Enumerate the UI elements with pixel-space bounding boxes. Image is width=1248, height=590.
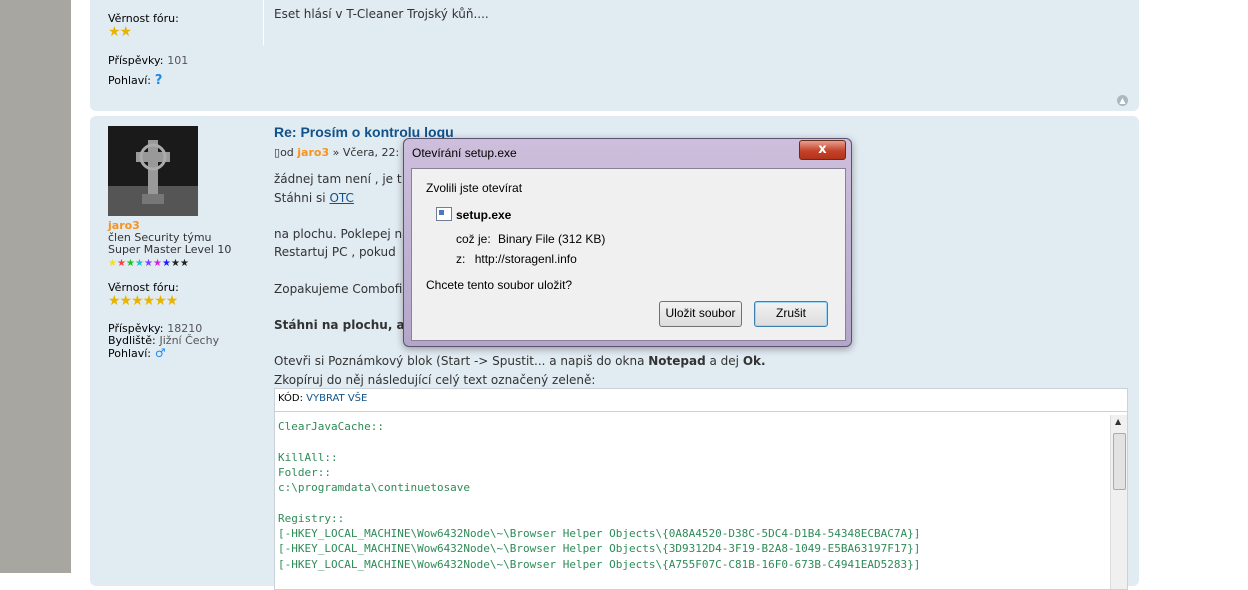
back-to-top-icon[interactable]: ▲ (1117, 95, 1128, 106)
previous-post: Věrnost fóru: ★★ Příspěvky: 101 Pohlaví:… (90, 0, 1139, 111)
rank-star-icon: ★ (117, 258, 126, 269)
dialog-question: Chcete tento soubor uložit? (426, 278, 573, 292)
close-button[interactable]: x (799, 140, 846, 160)
post-content: Eset hlásí v T-Cleaner Trojský kůň.... (274, 7, 489, 21)
code-divider (275, 411, 1127, 412)
content-line-2: Stáhni si OTC (274, 191, 354, 205)
code-line: Folder:: (278, 465, 331, 479)
loyalty-stars: ★★★★★★ (108, 293, 178, 309)
otc-link[interactable]: OTC (329, 191, 353, 205)
content-line-6: Stáhni na plochu, ale (274, 318, 417, 332)
gender-row: Pohlaví: ? (108, 73, 162, 88)
file-source-row: z: http://storagenl.info (456, 252, 577, 266)
content-line-4: Restartuj PC , pokud (274, 245, 396, 259)
gender-unknown-icon: ? (154, 73, 163, 88)
author-link[interactable]: jaro3 (297, 146, 329, 159)
rank-star-icon: ★ (153, 258, 162, 269)
post-meta: ▯od jaro3 » Včera, 22: (274, 146, 399, 159)
code-line: Registry:: (278, 511, 345, 525)
posts-label: Příspěvky: (108, 54, 164, 67)
location-row: Bydliště: Jižní Čechy (108, 333, 219, 347)
rank-star-icon: ★ (162, 258, 171, 269)
file-source-label: z: (456, 252, 466, 266)
dialog-body: Zvolili jste otevírat setup.exe což je: … (411, 168, 846, 341)
file-name: setup.exe (456, 208, 512, 222)
code-header: KÓD: VYBRAT VŠE (278, 393, 367, 404)
instruction-text-2: a dej (705, 354, 743, 368)
posts-count: Příspěvky: 101 (108, 53, 188, 67)
file-source-value: http://storagenl.info (474, 252, 577, 266)
content-line-7: Otevři si Poznámkový blok (Start -> Spus… (274, 354, 766, 368)
rank-star-icon: ★ (108, 258, 117, 269)
profile-divider (263, 0, 264, 45)
gender-row: Pohlaví: ♂ (108, 346, 166, 360)
content-line-2-text: Stáhni si (274, 191, 330, 205)
save-file-button[interactable]: Uložit soubor (659, 301, 742, 327)
rank-stars: ★★★★★★★★★ (108, 255, 189, 269)
file-type-row: což je: Binary File (312 KB) (456, 232, 605, 246)
content-line-1: žádnej tam není , je t (274, 172, 402, 186)
loyalty-stars: ★★ (108, 24, 132, 40)
code-content[interactable]: ClearJavaCache:: KillAll:: Folder:: c:\pro… (278, 419, 920, 572)
code-label: KÓD: (278, 393, 303, 404)
open-file-dialog: Otevírání setup.exe x Zvolili jste oteví… (403, 138, 852, 347)
rank-star-icon: ★ (144, 258, 153, 269)
dialog-title: Otevírání setup.exe (412, 146, 517, 160)
file-icon (436, 207, 452, 221)
rank-star-icon: ★ (126, 258, 135, 269)
code-line: ClearJavaCache:: (278, 420, 384, 433)
file-type-label: což je: (456, 232, 491, 246)
code-line: [-HKEY_LOCAL_MACHINE\Wow6432Node\~\Brows… (278, 542, 921, 556)
gender-label: Pohlaví: (108, 74, 152, 87)
left-margin-strip (0, 0, 71, 573)
content-line-8: Zkopíruj do něj následující celý text oz… (274, 373, 596, 387)
post-date: » Včera, 22: (332, 146, 400, 159)
ok-text: Ok. (742, 354, 766, 368)
instruction-text: Otevři si Poznámkový blok (Start -> Spus… (274, 354, 649, 368)
code-line: [-HKEY_LOCAL_MACHINE\Wow6432Node\~\Brows… (278, 557, 921, 571)
code-line: KillAll:: (278, 450, 338, 464)
content-line-3: na plochu. Poklepej na (274, 227, 410, 241)
gender-male-icon: ♂ (154, 346, 166, 360)
posts-value: 101 (167, 54, 189, 67)
scroll-up-icon[interactable]: ▲ (1115, 417, 1121, 426)
dialog-intro: Zvolili jste otevírat (426, 181, 523, 195)
code-scrollbar[interactable]: ▲ (1110, 415, 1127, 589)
code-line: [-HKEY_LOCAL_MACHINE\Wow6432Node\~\Brows… (278, 527, 921, 541)
meta-prefix: od (280, 146, 294, 159)
location-value: Jižní Čechy (159, 334, 220, 347)
cancel-button[interactable]: Zrušit (754, 301, 828, 327)
rank-star-icon: ★ (180, 258, 189, 269)
avatar[interactable] (108, 126, 198, 216)
select-all-link[interactable]: VYBRAT VŠE (306, 393, 367, 404)
rank-star-icon: ★ (135, 258, 144, 269)
scroll-thumb[interactable] (1113, 433, 1126, 490)
code-line: c:\programdata\continuetosave (278, 481, 471, 495)
code-box: KÓD: VYBRAT VŠE ClearJavaCache:: KillAll… (274, 388, 1128, 590)
rank-star-icon: ★ (171, 258, 180, 269)
file-type-value: Binary File (312 KB) (498, 232, 606, 246)
content-line-5: Zopakujeme Combofix (274, 282, 410, 296)
gender-label: Pohlaví: (108, 347, 152, 360)
notepad-text: Notepad (648, 354, 706, 368)
